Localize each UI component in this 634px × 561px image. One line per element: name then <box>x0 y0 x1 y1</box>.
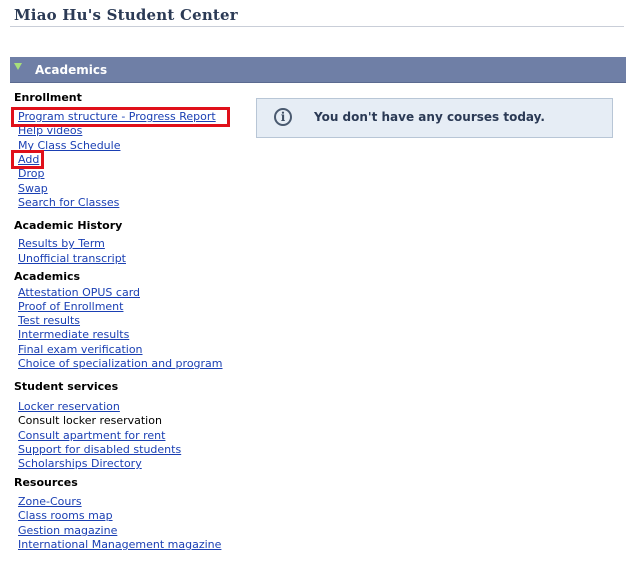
link-zone-cours[interactable]: Zone-Cours <box>18 495 82 508</box>
link-proof-of-enrollment[interactable]: Proof of Enrollment <box>18 300 123 313</box>
link-gestion-magazine[interactable]: Gestion magazine <box>18 524 117 537</box>
group-title-resources: Resources <box>14 476 78 489</box>
highlight-box-add <box>11 150 44 169</box>
link-attestation-opus-card[interactable]: Attestation OPUS card <box>18 286 140 299</box>
link-support-disabled-students[interactable]: Support for disabled students <box>18 443 181 456</box>
collapse-triangle-icon[interactable] <box>14 63 22 70</box>
link-class-rooms-map[interactable]: Class rooms map <box>18 509 113 522</box>
link-intermediate-results[interactable]: Intermediate results <box>18 328 129 341</box>
link-consult-apartment[interactable]: Consult apartment for rent <box>18 429 165 442</box>
no-courses-notice: i You don't have any courses today. <box>256 98 613 138</box>
section-title: Academics <box>35 63 108 77</box>
link-swap[interactable]: Swap <box>18 182 48 195</box>
link-test-results[interactable]: Test results <box>18 314 80 327</box>
group-title-academic-history: Academic History <box>14 219 123 232</box>
link-choice-of-specialization[interactable]: Choice of specialization and program <box>18 357 223 370</box>
group-title-enrollment: Enrollment <box>14 91 82 104</box>
link-search-for-classes[interactable]: Search for Classes <box>18 196 119 209</box>
link-results-by-term[interactable]: Results by Term <box>18 237 105 250</box>
highlight-box-program-structure <box>11 107 230 127</box>
page-title: Miao Hu's Student Center <box>14 6 238 24</box>
link-locker-reservation[interactable]: Locker reservation <box>18 400 120 413</box>
notice-text: You don't have any courses today. <box>314 110 545 124</box>
link-final-exam-verification[interactable]: Final exam verification <box>18 343 143 356</box>
group-title-student-services: Student services <box>14 380 119 393</box>
info-icon: i <box>274 108 292 126</box>
academics-section-header[interactable]: Academics <box>10 57 626 83</box>
title-divider <box>10 26 624 27</box>
group-title-academics: Academics <box>14 270 81 283</box>
link-unofficial-transcript[interactable]: Unofficial transcript <box>18 252 126 265</box>
link-international-management-magazine[interactable]: International Management magazine <box>18 538 221 551</box>
text-consult-locker-reservation: Consult locker reservation <box>18 414 162 427</box>
link-scholarships-directory[interactable]: Scholarships Directory <box>18 457 142 470</box>
